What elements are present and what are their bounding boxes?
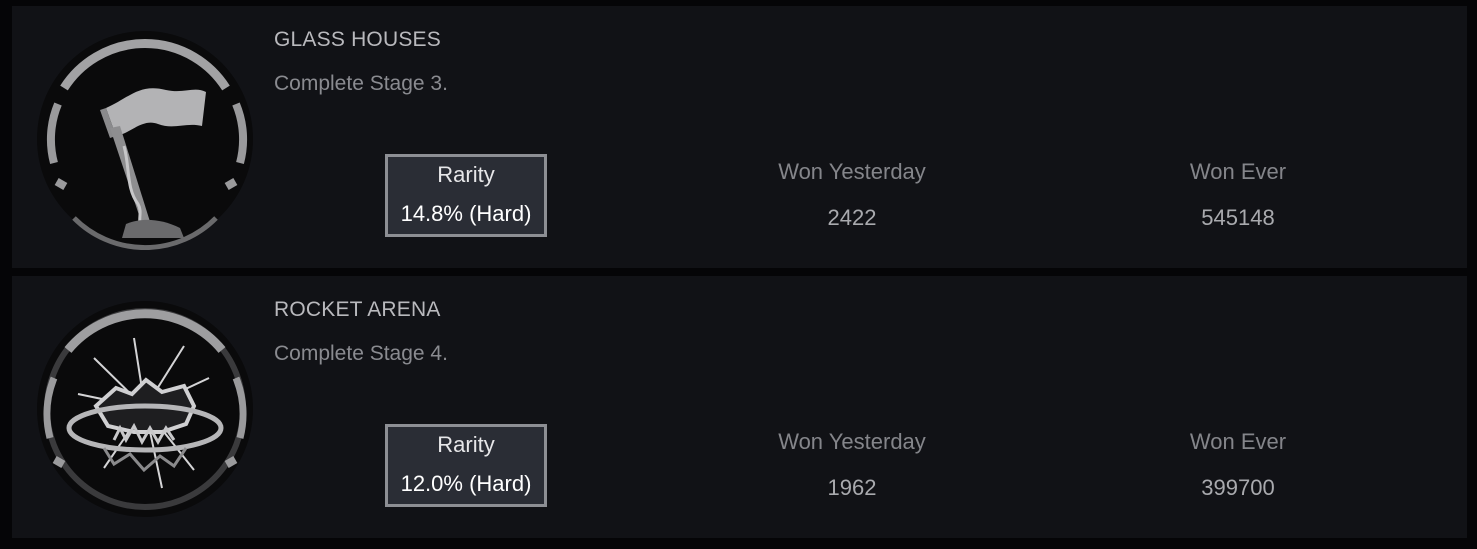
achievement-description: Complete Stage 4. xyxy=(274,342,448,365)
rarity-box: Rarity 14.8% (Hard) xyxy=(385,154,547,237)
achievement-description: Complete Stage 3. xyxy=(274,72,448,95)
won-ever-label: Won Ever xyxy=(1189,429,1287,454)
flag-on-pole-icon xyxy=(34,28,256,250)
won-ever-stat: Won Ever 399700 xyxy=(1088,429,1388,501)
achievement-card-rocket-arena: ROCKET ARENA Complete Stage 4. Rarity 12… xyxy=(12,276,1467,538)
rarity-value: 14.8% (Hard) xyxy=(400,201,532,226)
won-ever-stat: Won Ever 545148 xyxy=(1088,159,1388,231)
won-yesterday-value: 2422 xyxy=(827,205,877,230)
rarity-label: Rarity xyxy=(437,162,495,187)
won-ever-value: 545148 xyxy=(1201,205,1275,230)
rarity-box: Rarity 12.0% (Hard) xyxy=(385,424,547,507)
won-yesterday-label: Won Yesterday xyxy=(778,159,926,184)
achievement-title: GLASS HOUSES xyxy=(274,28,441,51)
won-ever-label: Won Ever xyxy=(1189,159,1287,184)
achievement-list: GLASS HOUSES Complete Stage 3. Rarity 14… xyxy=(0,0,1477,549)
achievement-title: ROCKET ARENA xyxy=(274,298,441,321)
rarity-value: 12.0% (Hard) xyxy=(400,471,532,496)
shattered-arena-icon xyxy=(34,298,256,520)
won-yesterday-label: Won Yesterday xyxy=(778,429,926,454)
achievement-card-glass-houses: GLASS HOUSES Complete Stage 3. Rarity 14… xyxy=(12,6,1467,268)
won-yesterday-stat: Won Yesterday 1962 xyxy=(702,429,1002,501)
won-ever-value: 399700 xyxy=(1201,475,1275,500)
won-yesterday-value: 1962 xyxy=(827,475,877,500)
won-yesterday-stat: Won Yesterday 2422 xyxy=(702,159,1002,231)
rarity-label: Rarity xyxy=(437,432,495,457)
